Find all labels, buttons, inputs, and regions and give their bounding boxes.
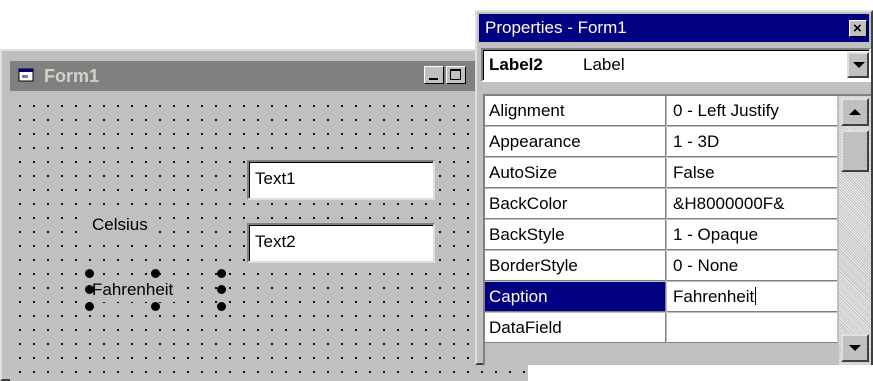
close-icon: × — [853, 20, 862, 37]
property-row-datafield[interactable]: DataField — [485, 313, 837, 344]
label-celsius[interactable]: Celsius — [88, 213, 152, 237]
textbox-text1[interactable]: Text1 — [247, 160, 435, 200]
object-name: Label2 — [489, 55, 543, 74]
property-value[interactable]: &H8000000F& — [667, 189, 837, 219]
object-type: Label — [583, 55, 625, 74]
label-fahrenheit[interactable]: Fahrenheit — [88, 278, 178, 302]
sizing-handle-middle-left[interactable] — [85, 285, 94, 294]
property-grid[interactable]: Alignment 0 - Left Justify Appearance 1 … — [483, 94, 871, 365]
property-row-appearance[interactable]: Appearance 1 - 3D — [485, 127, 837, 158]
property-name[interactable]: Appearance — [485, 127, 666, 157]
maximize-button[interactable] — [446, 66, 466, 84]
property-name[interactable]: AutoSize — [485, 158, 666, 188]
form1-title-bar[interactable]: Form1 — [10, 61, 528, 91]
minimize-button[interactable] — [424, 66, 444, 84]
property-name[interactable]: BackColor — [485, 189, 666, 219]
property-value[interactable]: 1 - Opaque — [667, 220, 837, 250]
property-row-caption[interactable]: Caption Fahrenheit — [485, 282, 837, 313]
chevron-up-icon — [849, 109, 861, 115]
form1-window[interactable]: Form1 Celsius Fahrenheit — [0, 49, 528, 381]
scroll-down-button[interactable] — [841, 334, 869, 362]
properties-title-bar[interactable]: Properties - Form1 × — [479, 14, 869, 42]
property-value[interactable]: 1 - 3D — [667, 127, 837, 157]
scroll-thumb[interactable] — [841, 130, 869, 172]
property-grid-scrollbar[interactable] — [839, 96, 871, 365]
sizing-handle-bottom-left[interactable] — [85, 302, 94, 311]
form-icon — [18, 68, 34, 82]
property-name-selected[interactable]: Caption — [485, 282, 666, 312]
textbox-text2[interactable]: Text2 — [247, 223, 435, 263]
sizing-handle-middle-right[interactable] — [217, 285, 226, 294]
object-selector-combo[interactable]: Label2 Label — [481, 48, 871, 82]
property-row-backcolor[interactable]: BackColor &H8000000F& — [485, 189, 837, 220]
sizing-handle-top-middle[interactable] — [151, 269, 160, 278]
property-name[interactable]: BorderStyle — [485, 251, 666, 281]
property-value[interactable] — [667, 313, 837, 343]
properties-window[interactable]: Properties - Form1 × Label2 Label Alignm… — [475, 10, 873, 365]
property-value[interactable]: 0 - None — [667, 251, 837, 281]
sizing-handle-bottom-middle[interactable] — [151, 302, 160, 311]
property-row-borderstyle[interactable]: BorderStyle 0 - None — [485, 251, 837, 282]
caption-value-text: Fahrenheit — [673, 287, 755, 306]
property-row-backstyle[interactable]: BackStyle 1 - Opaque — [485, 220, 837, 251]
property-name[interactable]: BackStyle — [485, 220, 666, 250]
properties-title: Properties - Form1 — [485, 18, 627, 37]
property-value[interactable]: False — [667, 158, 837, 188]
close-button[interactable]: × — [849, 20, 867, 37]
sizing-handle-bottom-right[interactable] — [217, 302, 226, 311]
property-row-autosize[interactable]: AutoSize False — [485, 158, 837, 189]
object-dropdown-button[interactable] — [847, 52, 869, 78]
sizing-handle-top-left[interactable] — [85, 269, 94, 278]
text-caret — [755, 287, 757, 305]
form1-title: Form1 — [44, 66, 100, 86]
chevron-down-icon — [849, 345, 861, 351]
property-row-alignment[interactable]: Alignment 0 - Left Justify — [485, 96, 837, 127]
sizing-handle-top-right[interactable] — [217, 269, 226, 278]
scroll-up-button[interactable] — [841, 98, 869, 126]
property-name[interactable]: Alignment — [485, 96, 666, 126]
chevron-down-icon — [853, 62, 865, 68]
property-value[interactable]: 0 - Left Justify — [667, 96, 837, 126]
caption-value-input[interactable]: Fahrenheit — [667, 282, 837, 312]
property-name[interactable]: DataField — [485, 313, 666, 343]
